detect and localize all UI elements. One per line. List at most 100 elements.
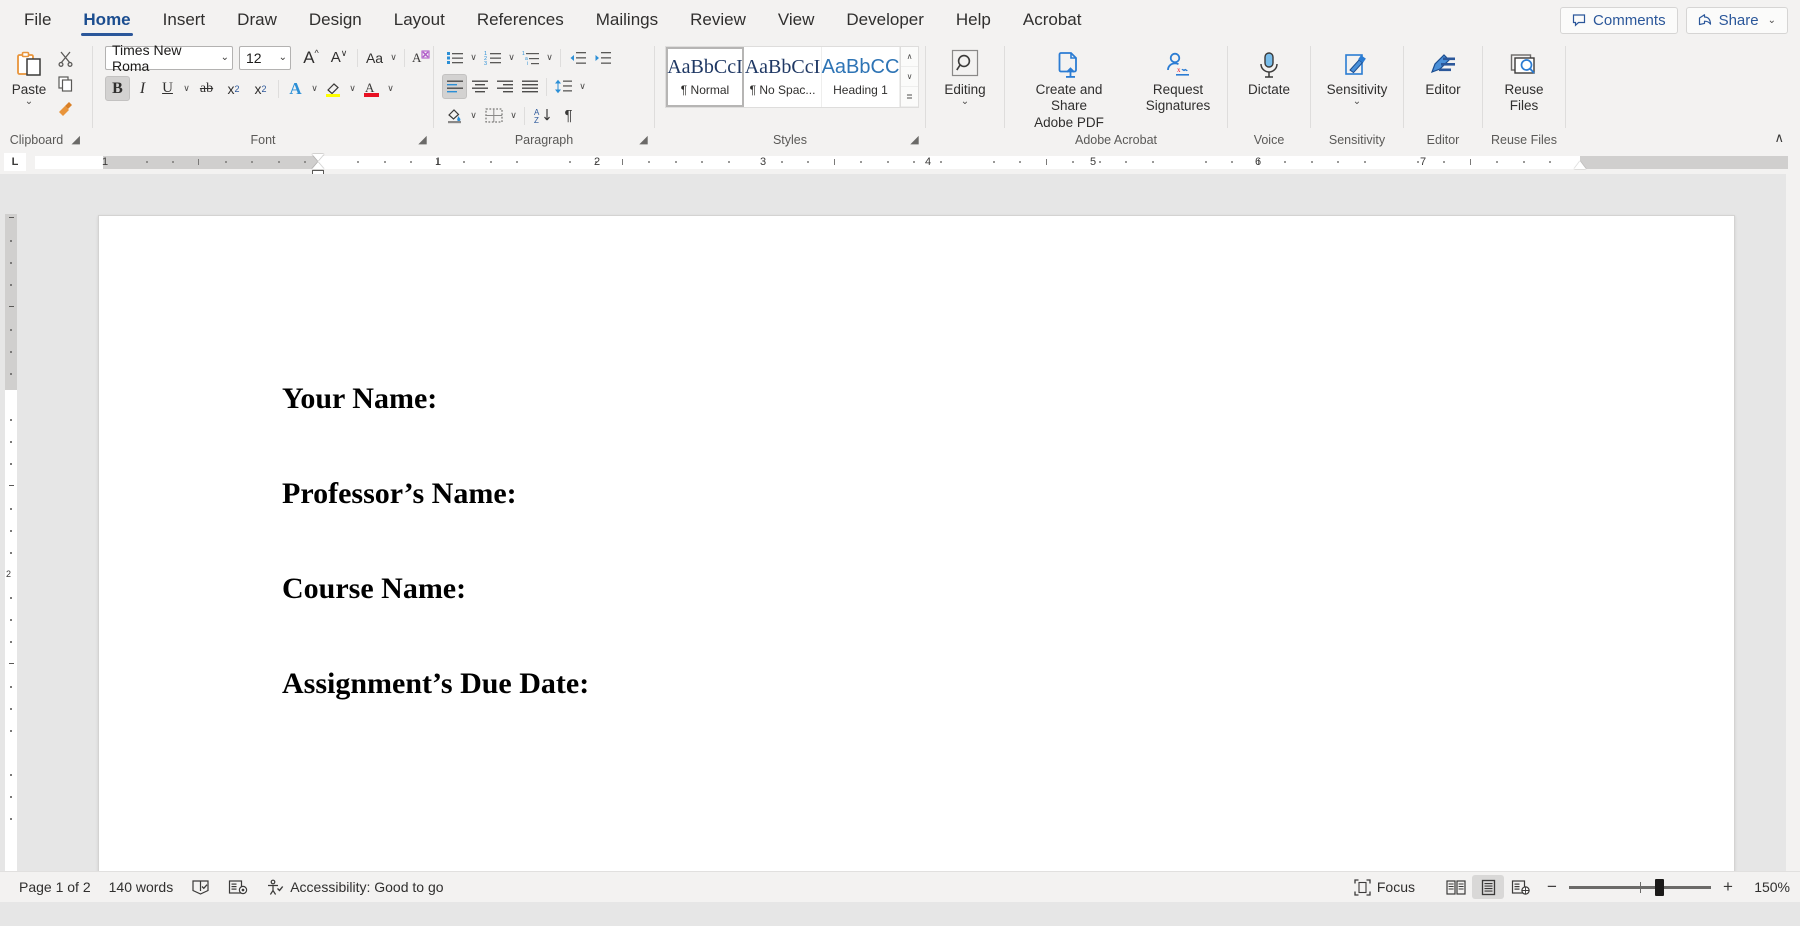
borders-button[interactable] <box>480 103 507 128</box>
dictate-button[interactable]: Dictate <box>1242 44 1296 98</box>
tab-review[interactable]: Review <box>674 0 762 40</box>
subscript-button[interactable]: x2 <box>220 76 247 101</box>
styles-dialog-launcher[interactable]: ◢ <box>908 134 921 147</box>
show-formatting-marks-button[interactable]: ¶ <box>556 103 581 128</box>
editing-button[interactable]: Editing ⌄ <box>938 44 991 106</box>
create-share-adobe-pdf-button[interactable]: Create and Share Adobe PDF <box>1010 44 1128 131</box>
decrease-indent-button[interactable] <box>565 45 590 70</box>
underline-button[interactable]: U <box>155 76 180 101</box>
increase-font-size-button[interactable]: A^ <box>297 45 325 70</box>
tab-acrobat[interactable]: Acrobat <box>1007 0 1098 40</box>
styles-scroll-up-button[interactable]: ∧ <box>901 47 918 67</box>
bullets-button[interactable] <box>442 45 467 70</box>
read-aloud-button[interactable] <box>219 877 257 898</box>
zoom-in-button[interactable]: + <box>1720 877 1736 897</box>
increase-indent-button[interactable] <box>590 45 615 70</box>
page-number-status[interactable]: Page 1 of 2 <box>10 877 100 897</box>
text-highlight-button[interactable] <box>321 76 346 101</box>
tab-stop-selector[interactable]: L <box>3 152 27 172</box>
chevron-down-icon[interactable]: ⌄ <box>274 52 287 63</box>
shading-button[interactable] <box>442 103 467 128</box>
italic-button[interactable]: I <box>130 76 155 101</box>
paste-button[interactable]: Paste ⌄ <box>5 44 53 106</box>
zoom-track[interactable] <box>1569 886 1711 889</box>
hanging-indent-marker[interactable] <box>312 162 324 169</box>
chevron-down-icon[interactable]: ∨ <box>384 76 397 101</box>
decrease-font-size-button[interactable]: A∨ <box>325 45 353 70</box>
chevron-down-icon[interactable]: ⌄ <box>1768 15 1776 26</box>
text-effects-button[interactable]: A <box>283 76 308 101</box>
tab-insert[interactable]: Insert <box>147 0 222 40</box>
web-layout-button[interactable] <box>1504 875 1536 899</box>
document-page[interactable]: Your Name: Professor’s Name: Course Name… <box>98 215 1735 871</box>
bold-button[interactable]: B <box>105 76 130 101</box>
chevron-down-icon[interactable]: ∨ <box>576 74 589 99</box>
chevron-down-icon[interactable]: ⌄ <box>25 98 33 106</box>
sort-button[interactable]: AZ <box>529 103 556 128</box>
style-heading-1[interactable]: AaBbCС Heading 1 <box>822 47 900 107</box>
vertical-scrollbar[interactable] <box>1786 174 1800 871</box>
tab-layout[interactable]: Layout <box>378 0 461 40</box>
word-count-status[interactable]: 140 words <box>100 877 183 897</box>
read-mode-button[interactable] <box>1440 875 1472 899</box>
chevron-down-icon[interactable]: ∨ <box>308 76 321 101</box>
copy-button[interactable] <box>53 71 78 96</box>
line-spacing-button[interactable] <box>551 74 576 99</box>
chevron-down-icon[interactable]: ∨ <box>507 103 520 128</box>
style-normal[interactable]: AaBbCcI ¶ Normal <box>666 47 744 107</box>
chevron-down-icon[interactable]: ∨ <box>346 76 359 101</box>
align-right-button[interactable] <box>492 74 517 99</box>
share-button[interactable]: Share ⌄ <box>1686 7 1788 34</box>
chevron-down-icon[interactable]: ∨ <box>543 45 556 70</box>
paragraph-dialog-launcher[interactable]: ◢ <box>637 134 650 147</box>
clipboard-dialog-launcher[interactable]: ◢ <box>69 134 82 147</box>
zoom-level-button[interactable]: 150% <box>1744 879 1790 895</box>
request-signatures-button[interactable]: x Request Signatures <box>1134 44 1222 115</box>
chevron-down-icon[interactable]: ∨ <box>467 103 480 128</box>
change-case-button[interactable]: Aa <box>362 45 387 70</box>
font-color-button[interactable]: A <box>359 76 384 101</box>
print-layout-button[interactable] <box>1472 875 1504 899</box>
cut-button[interactable] <box>53 46 78 71</box>
styles-scroll-down-button[interactable]: ∨ <box>901 67 918 87</box>
tab-references[interactable]: References <box>461 0 580 40</box>
format-painter-button[interactable] <box>53 96 78 121</box>
tab-file[interactable]: File <box>8 0 67 40</box>
proofing-status-button[interactable] <box>182 877 219 898</box>
tab-help[interactable]: Help <box>940 0 1007 40</box>
document-line[interactable]: Your Name: <box>282 384 1734 414</box>
reuse-files-button[interactable]: Reuse Files <box>1498 44 1550 115</box>
numbering-button[interactable]: 123 <box>480 45 505 70</box>
tab-home[interactable]: Home <box>67 0 146 40</box>
chevron-down-icon[interactable]: ⌄ <box>216 52 229 63</box>
chevron-down-icon[interactable]: ∨ <box>505 45 518 70</box>
chevron-down-icon[interactable]: ∨ <box>180 76 193 101</box>
tab-developer[interactable]: Developer <box>830 0 940 40</box>
align-left-button[interactable] <box>442 74 467 99</box>
multilevel-list-button[interactable]: 1ai <box>518 45 543 70</box>
tab-design[interactable]: Design <box>293 0 378 40</box>
font-size-input[interactable]: 12 ⌄ <box>239 46 291 70</box>
collapse-ribbon-button[interactable]: ∧ <box>1768 128 1790 148</box>
style-no-spacing[interactable]: AaBbCcI ¶ No Spac... <box>744 47 822 107</box>
align-center-button[interactable] <box>467 74 492 99</box>
first-line-indent-marker[interactable] <box>312 154 324 161</box>
right-indent-marker[interactable] <box>1574 161 1586 169</box>
font-name-input[interactable]: Times New Roma ⌄ <box>105 46 233 70</box>
vertical-ruler[interactable]: 2 <box>0 174 20 871</box>
chevron-down-icon[interactable]: ⌄ <box>1353 98 1361 106</box>
accessibility-status-button[interactable]: Accessibility: Good to go <box>257 877 452 898</box>
strikethrough-button[interactable]: ab <box>193 76 220 101</box>
chevron-down-icon[interactable]: ⌄ <box>961 98 969 106</box>
zoom-slider[interactable]: − + <box>1544 877 1736 897</box>
font-dialog-launcher[interactable]: ◢ <box>416 134 429 147</box>
document-line[interactable]: Assignment’s Due Date: <box>282 669 1734 699</box>
chevron-down-icon[interactable]: ∨ <box>387 45 400 70</box>
sensitivity-button[interactable]: Sensitivity ⌄ <box>1321 44 1394 106</box>
tab-view[interactable]: View <box>762 0 831 40</box>
comments-button[interactable]: Comments <box>1560 7 1678 34</box>
styles-more-button[interactable]: ≣ <box>901 87 918 107</box>
document-line[interactable]: Professor’s Name: <box>282 479 1734 509</box>
chevron-down-icon[interactable]: ∨ <box>467 45 480 70</box>
focus-mode-button[interactable]: Focus <box>1345 877 1424 898</box>
